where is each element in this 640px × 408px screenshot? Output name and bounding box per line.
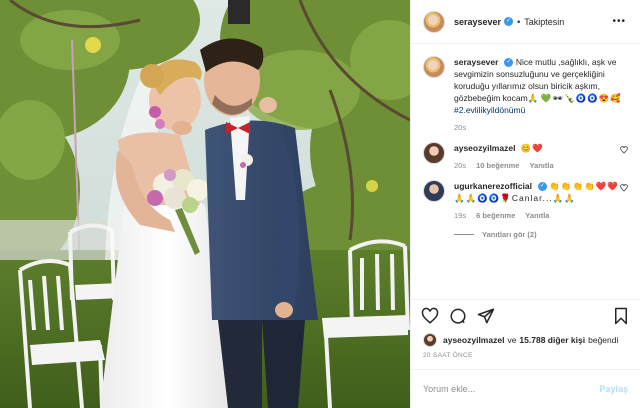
more-options-icon[interactable]: ••• — [612, 16, 626, 27]
header-separator: • — [517, 16, 521, 27]
reply-button[interactable]: Yanıtla — [529, 160, 553, 172]
action-bar — [411, 300, 640, 332]
author-username[interactable]: seraysever — [454, 17, 501, 27]
caption-time[interactable]: 20s — [454, 122, 466, 134]
likes-summary[interactable]: ayseozyilmazel ve 15.788 diğer kişi beğe… — [411, 332, 640, 348]
post-photo[interactable] — [0, 0, 410, 408]
author-avatar[interactable] — [423, 10, 445, 33]
commenter-avatar[interactable] — [423, 142, 445, 164]
comment-time[interactable]: 19s — [454, 210, 466, 222]
like-heart-icon[interactable] — [421, 307, 439, 325]
instagram-post: seraysever ✓ • Takiptesin ••• seraysever… — [0, 0, 640, 408]
comment-body: ugurkanerezofficial ✓ 👏👏👏👏❤️❤️🙏🙏🧿🧿🌹Canlar… — [454, 180, 628, 222]
caption-emojis: 💚🕶🍾🧿🧿😍🥰 — [540, 93, 622, 103]
comment-likes[interactable]: 10 beğenme — [476, 160, 519, 172]
verified-badge-icon: ✓ — [504, 17, 514, 26]
post-comment-button[interactable]: Paylaş — [599, 384, 628, 394]
post-header: seraysever ✓ • Takiptesin ••• — [411, 0, 640, 44]
caption-body: seraysever ✓ Nice mutlu ,sağlıklı, aşk ve… — [454, 56, 628, 134]
comment-text: 😊❤️ — [520, 143, 544, 153]
commenter-avatar[interactable] — [423, 180, 445, 202]
caption-hashtag[interactable]: #2.evlilikyildönümü — [454, 105, 525, 115]
caption: seraysever ✓ Nice mutlu ,sağlıklı, aşk ve… — [423, 56, 628, 134]
liker-username[interactable]: ayseozyilmazel — [443, 335, 504, 345]
view-replies-button[interactable]: Yanıtları gör (2) — [454, 230, 628, 239]
likes-count[interactable]: 15.788 diğer kişi — [519, 335, 585, 345]
share-paper-plane-icon[interactable] — [477, 307, 495, 325]
caption-meta: 20s — [454, 122, 628, 134]
view-replies-label: Yanıtları gör (2) — [482, 230, 537, 239]
comment-body: ayseozyilmazel 😊❤️ 20s 10 beğenme Yanıtl… — [454, 142, 628, 172]
post-side-panel: seraysever ✓ • Takiptesin ••• seraysever… — [410, 0, 640, 408]
post-timestamp[interactable]: 20 SAAT ÖNCE — [411, 348, 640, 370]
likes-connector: ve — [507, 335, 517, 345]
bookmark-icon[interactable] — [612, 307, 630, 325]
caption-avatar[interactable] — [423, 56, 445, 78]
comment-like-heart-icon[interactable] — [620, 184, 628, 192]
comment-bubble-icon[interactable] — [449, 307, 467, 325]
caption-username[interactable]: seraysever — [454, 57, 498, 67]
liker-avatar[interactable] — [423, 333, 437, 347]
comment-likes[interactable]: 6 beğenme — [476, 210, 515, 222]
wedding-photo-illustration — [0, 0, 410, 408]
comment-item: ugurkanerezofficial ✓ 👏👏👏👏❤️❤️🙏🙏🧿🧿🌹Canlar… — [423, 180, 628, 222]
comment-like-heart-icon[interactable] — [620, 146, 628, 154]
comment-input[interactable] — [423, 384, 600, 394]
likes-suffix: beğendi — [588, 335, 619, 345]
verified-badge-icon: ✓ — [537, 182, 547, 192]
replies-line — [454, 234, 474, 235]
comment-item: ayseozyilmazel 😊❤️ 20s 10 beğenme Yanıtl… — [423, 142, 628, 172]
add-comment-bar: Paylaş — [411, 370, 640, 408]
following-button[interactable]: Takiptesin — [524, 17, 564, 27]
comment-meta: 19s 6 beğenme Yanıtla — [454, 210, 628, 222]
comment-username[interactable]: ugurkanerezofficial — [454, 181, 532, 191]
verified-badge-icon: ✓ — [504, 58, 514, 68]
comment-meta: 20s 10 beğenme Yanıtla — [454, 160, 628, 172]
comment-username[interactable]: ayseozyilmazel — [454, 143, 515, 153]
comment-time[interactable]: 20s — [454, 160, 466, 172]
comments-section[interactable]: seraysever ✓ Nice mutlu ,sağlıklı, aşk ve… — [411, 44, 640, 300]
reply-button[interactable]: Yanıtla — [525, 210, 549, 222]
